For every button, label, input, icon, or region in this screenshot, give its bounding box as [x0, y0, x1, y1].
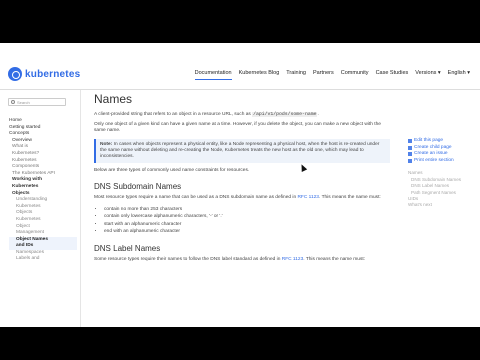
- nav-community[interactable]: Community: [341, 70, 369, 80]
- sidebar-item[interactable]: Kubernetes: [9, 217, 77, 224]
- kubernetes-wheel-icon: [8, 67, 22, 81]
- sidebar-item[interactable]: Working with: [9, 177, 77, 184]
- list-item: start with an alphanumeric character: [104, 221, 390, 229]
- create-issue-link[interactable]: Create an issue: [408, 151, 478, 158]
- list-item: end with an alphanumeric character: [104, 228, 390, 236]
- search-placeholder: Search: [17, 99, 30, 105]
- nav-case-studies[interactable]: Case Studies: [376, 70, 409, 80]
- nav-partners[interactable]: Partners: [313, 70, 334, 80]
- list-item: contain only lowercase alphanumeric char…: [104, 213, 390, 221]
- intro-paragraph: A client-provided string that refers to …: [94, 112, 319, 117]
- sidebar-item[interactable]: Understanding: [9, 197, 77, 204]
- site-logo[interactable]: kubernetes: [8, 67, 80, 81]
- browser-viewport: kubernetes Documentation Kubernetes Blog…: [0, 43, 480, 327]
- search-input[interactable]: Search: [8, 98, 66, 106]
- nav-training[interactable]: Training: [286, 70, 306, 80]
- page-title: Names: [94, 92, 133, 106]
- sidebar-item[interactable]: and IDs: [9, 243, 77, 250]
- sidebar-item[interactable]: Kubernetes: [9, 184, 77, 191]
- page-actions-sidebar: Edit this page Create child page Create …: [408, 138, 478, 209]
- edit-page-link[interactable]: Edit this page: [408, 138, 478, 145]
- toc-item[interactable]: What's next: [408, 202, 478, 208]
- edit-icon: [408, 139, 412, 144]
- rfc-link[interactable]: RFC 1123: [297, 195, 319, 200]
- brand-name: kubernetes: [25, 68, 81, 80]
- sidebar-item[interactable]: What is: [9, 144, 77, 151]
- constraint-list: contain no more than 253 characters cont…: [104, 206, 390, 236]
- note-callout: Note: In cases when objects represent a …: [94, 138, 390, 164]
- nav-versions[interactable]: Versions ▾: [415, 70, 440, 80]
- sidebar-tree: Home Getting started Concepts Overview What …: [9, 118, 77, 263]
- main-content: Names A client-provided string that refe…: [94, 92, 390, 267]
- paragraph: Below are three types of commonly used n…: [94, 168, 250, 174]
- sidebar-item[interactable]: Components: [9, 164, 77, 171]
- print-icon: [408, 159, 412, 164]
- nav-documentation[interactable]: Documentation: [194, 70, 232, 80]
- nav-language[interactable]: English ▾: [448, 70, 470, 80]
- sidebar-item[interactable]: Concepts: [9, 131, 77, 138]
- file-icon: [408, 145, 412, 150]
- nav-blog[interactable]: Kubernetes Blog: [239, 70, 280, 80]
- note-label: Note:: [100, 141, 113, 147]
- list-item: contain no more than 253 characters: [104, 206, 390, 214]
- paragraph: Most resource types require a name that …: [94, 195, 381, 201]
- sidebar-item[interactable]: Kubernetes?: [9, 151, 77, 158]
- print-section-link[interactable]: Print entire section: [408, 158, 478, 165]
- rfc-link[interactable]: RFC 1123: [282, 257, 304, 262]
- heading-dns-label: DNS Label Names: [94, 243, 161, 253]
- heading-dns-subdomain: DNS Subdomain Names: [94, 182, 182, 192]
- note-text: In cases when objects represent a physic…: [100, 141, 380, 160]
- inline-code: /api/v1/pods/some-name: [252, 112, 318, 117]
- top-nav: Documentation Kubernetes Blog Training P…: [194, 70, 470, 80]
- search-icon: [11, 100, 15, 104]
- site-header: kubernetes Documentation Kubernetes Blog…: [0, 60, 480, 90]
- sidebar-item[interactable]: Home: [9, 118, 77, 125]
- paragraph: Some resource types require their names …: [94, 256, 366, 262]
- table-of-contents: Names DNS Subdomain Names DNS Label Names P…: [408, 170, 478, 208]
- tasks-icon: [408, 152, 412, 157]
- sidebar-item[interactable]: Management: [9, 230, 77, 237]
- docs-sidebar: Search Home Getting started Concepts Overvi…: [0, 90, 81, 327]
- paragraph: Only one object of a given kind can have…: [94, 122, 381, 134]
- sidebar-item[interactable]: Objects: [9, 210, 77, 217]
- sidebar-item[interactable]: Labels and: [9, 256, 77, 263]
